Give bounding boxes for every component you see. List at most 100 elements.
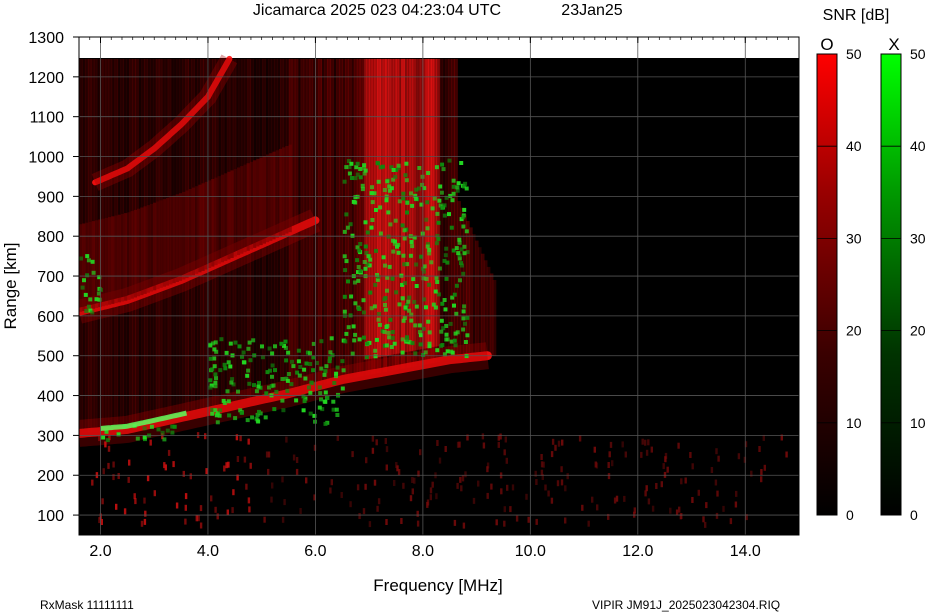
interference-pixel <box>397 469 401 475</box>
x-mode-pixel <box>270 363 275 368</box>
interference-pixel <box>500 488 503 495</box>
interference-pixel <box>613 497 617 504</box>
x-mode-pixel <box>335 413 340 417</box>
x-mode-pixel <box>400 350 405 355</box>
interference-pixel <box>411 477 414 483</box>
interference-pixel <box>734 501 738 508</box>
x-mode-pixel <box>369 306 374 311</box>
x-mode-pixel <box>344 259 349 264</box>
x-mode-pixel <box>382 188 387 192</box>
interference-pixel <box>143 518 147 525</box>
x-mode-pixel <box>401 253 406 258</box>
echo-streak <box>282 147 286 235</box>
x-mode-pixel <box>227 413 232 418</box>
x-mode-pixel <box>438 184 443 189</box>
x-mode-pixel <box>357 248 362 253</box>
interference-pixel <box>239 435 242 442</box>
interference-pixel <box>560 479 564 486</box>
x-tick-label: 12.0 <box>622 543 653 560</box>
echo-streak <box>82 223 86 312</box>
interference-pixel <box>444 446 447 452</box>
interference-pixel <box>511 484 515 491</box>
interference-pixel <box>299 508 302 514</box>
interference-pixel <box>554 444 557 451</box>
echo-streak <box>172 195 176 284</box>
interference-pixel <box>481 433 485 440</box>
x-mode-pixel <box>214 413 219 418</box>
x-mode-pixel <box>392 341 397 346</box>
x-mode-pixel <box>425 244 430 249</box>
echo-streak <box>88 221 92 310</box>
interference-pixel <box>557 440 561 447</box>
x-mode-pixel <box>318 391 323 396</box>
x-mode-pixel <box>393 174 398 179</box>
interference-pixel <box>689 452 692 458</box>
x-mode-pixel <box>218 408 223 413</box>
x-mode-pixel <box>395 244 399 249</box>
x-mode-pixel <box>345 225 350 230</box>
x-mode-pixel <box>225 389 230 394</box>
x-mode-pixel <box>319 397 323 402</box>
echo-streak <box>188 189 192 277</box>
x-mode-pixel <box>377 322 382 327</box>
x-mode-pixel <box>407 295 412 300</box>
interference-pixel <box>717 455 720 462</box>
x-mode-pixel <box>369 225 374 230</box>
x-mode-pixel <box>413 193 418 198</box>
interference-pixel <box>184 518 187 525</box>
x-mode-pixel <box>98 288 103 292</box>
x-mode-pixel <box>233 340 238 345</box>
echo-streak <box>288 144 292 233</box>
interference-pixel <box>146 475 150 482</box>
x-mode-pixel <box>294 398 299 403</box>
interference-pixel <box>214 506 217 513</box>
x-mode-pixel <box>461 316 466 321</box>
x-mode-pixel <box>322 372 327 377</box>
x-mode-pixel <box>363 168 368 173</box>
x-mode-pixel <box>308 351 312 356</box>
x-mode-pixel <box>351 324 356 329</box>
x-mode-pixel <box>461 271 466 276</box>
colorbar-tick-label: 10 <box>910 415 926 431</box>
x-mode-pixel <box>452 338 457 343</box>
x-mode-pixel <box>224 350 229 355</box>
interference-pixel <box>527 516 530 523</box>
interference-pixel <box>349 501 352 508</box>
x-mode-pixel <box>383 263 387 268</box>
x-mode-pixel <box>85 273 90 278</box>
interference-pixel <box>223 465 226 472</box>
interference-pixel <box>785 451 788 458</box>
x-mode-pixel <box>343 268 348 273</box>
x-mode-pixel <box>418 333 423 338</box>
x-mode-pixel <box>212 364 217 369</box>
x-mode-pixel <box>298 365 303 369</box>
x-mode-pixel <box>219 337 224 342</box>
x-mode-pixel <box>406 299 411 304</box>
x-mode-pixel <box>462 207 467 212</box>
x-mode-pixel <box>400 223 405 228</box>
interference-pixel <box>249 462 252 469</box>
x-mode-pixel <box>396 250 401 255</box>
x-mode-pixel <box>341 368 346 373</box>
interference-pixel <box>650 446 653 453</box>
interference-pixel <box>735 490 738 497</box>
interference-pixel <box>112 461 115 468</box>
interference-pixel <box>199 505 203 512</box>
x-mode-pixel <box>397 302 402 307</box>
x-mode-pixel <box>373 348 378 353</box>
x-mode-pixel <box>405 200 410 205</box>
x-mode-pixel <box>135 436 140 441</box>
x-mode-pixel <box>378 165 383 170</box>
x-mode-pixel <box>390 336 395 341</box>
echo-streak <box>133 209 137 298</box>
interference-pixel <box>640 451 643 458</box>
echo-streak <box>246 163 250 251</box>
footer-rxmask: RxMask 11111111 <box>40 598 134 612</box>
interference-pixel <box>464 471 467 478</box>
y-tick-label: 900 <box>37 189 64 206</box>
x-mode-pixel <box>317 385 322 390</box>
interference-pixel <box>680 513 683 519</box>
x-mode-pixel <box>296 348 301 353</box>
x-mode-pixel <box>376 317 381 322</box>
x-mode-pixel <box>334 407 339 412</box>
